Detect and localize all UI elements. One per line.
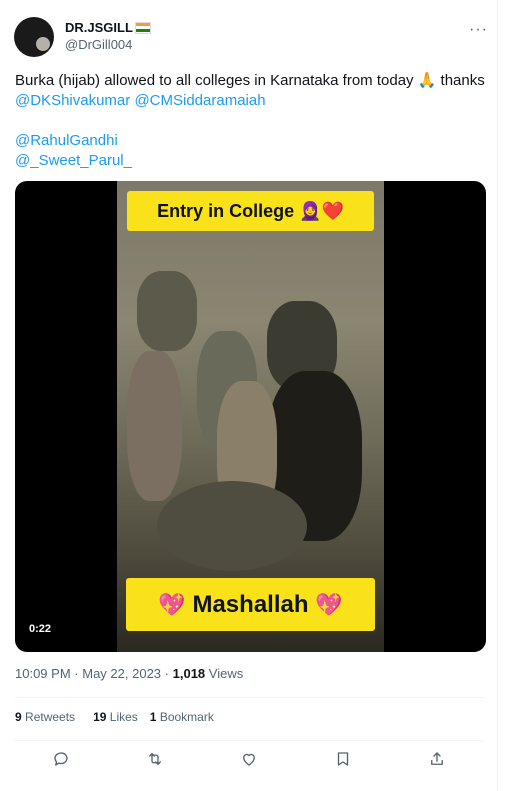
mention-cmsiddaramaiah[interactable]: @CMSiddaramaiah <box>134 92 265 109</box>
video-frame: Entry in College 🧕❤️ 💖 Mashallah 💖 <box>117 181 384 652</box>
author-name[interactable]: DR.JSGILL <box>65 20 151 35</box>
display-name[interactable]: DR.JSGILL <box>65 20 133 35</box>
tweet-card: DR.JSGILL @DrGill004 ··· Burka (hijab) a… <box>0 0 498 791</box>
bookmarks-stat[interactable]: 1 Bookmark <box>150 710 214 724</box>
more-icon[interactable]: ··· <box>469 21 488 39</box>
tweet-stats: 9 Retweets 19 Likes 1 Bookmark <box>15 710 214 724</box>
author-handle[interactable]: @DrGill004 <box>65 37 132 52</box>
divider <box>15 697 485 698</box>
tweet-line-1: Burka (hijab) allowed to all colleges in… <box>15 72 485 89</box>
mention-rahulgandhi[interactable]: @RahulGandhi <box>15 131 490 151</box>
top-banner: Entry in College 🧕❤️ <box>127 191 374 231</box>
mention-sweet-parul[interactable]: @_Sweet_Parul_ <box>15 151 490 171</box>
retweets-stat[interactable]: 9 Retweets <box>15 710 75 724</box>
tweet-time[interactable]: 10:09 PM <box>15 666 71 681</box>
retweet-icon[interactable] <box>146 750 168 772</box>
bookmark-icon[interactable] <box>334 750 356 772</box>
views-label: Views <box>208 666 244 681</box>
avatar-shape <box>36 37 50 51</box>
tweet-text: Burka (hijab) allowed to all colleges in… <box>15 71 490 171</box>
tweet-meta: 10:09 PM · May 22, 2023 · 1,018 Views <box>15 666 244 681</box>
share-icon[interactable] <box>428 750 450 772</box>
bottom-banner-text: Mashallah <box>192 591 309 618</box>
action-bar <box>0 750 498 772</box>
video-duration-badge: 0:22 <box>24 621 57 637</box>
avatar[interactable] <box>14 17 54 57</box>
heart-icon[interactable] <box>240 750 262 772</box>
india-flag-icon <box>134 21 151 34</box>
bottom-banner: 💖 Mashallah 💖 <box>126 578 375 631</box>
reply-icon[interactable] <box>52 750 74 772</box>
views-count: 1,018 <box>172 666 206 681</box>
divider <box>15 740 485 741</box>
video-player[interactable]: Entry in College 🧕❤️ 💖 Mashallah 💖 0:22 <box>15 181 486 652</box>
tweet-date[interactable]: May 22, 2023 <box>82 666 161 681</box>
likes-stat[interactable]: 19 Likes <box>93 710 138 724</box>
mention-dkshivakumar[interactable]: @DKShivakumar <box>15 92 130 109</box>
